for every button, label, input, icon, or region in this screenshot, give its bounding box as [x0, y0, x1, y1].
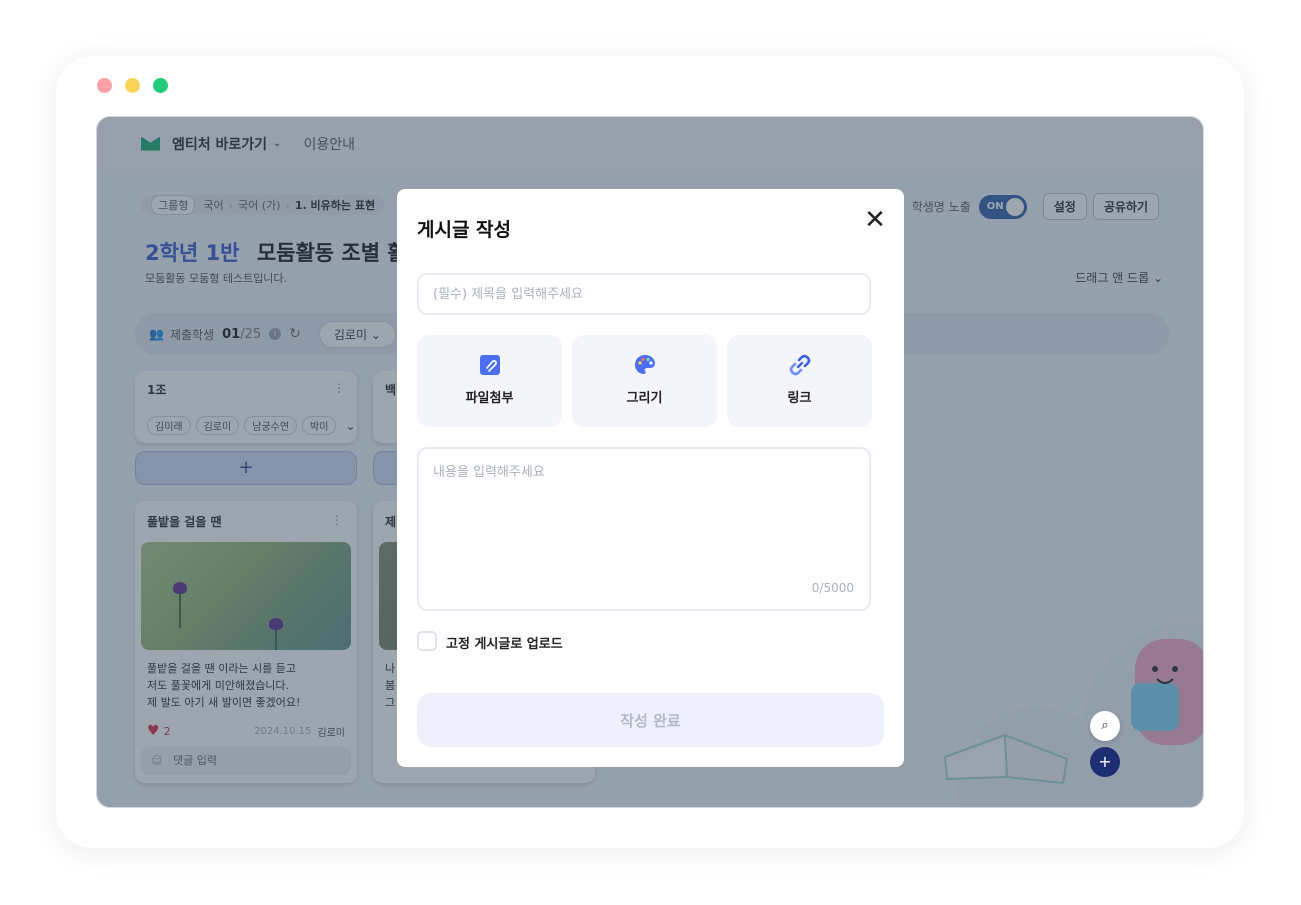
tile-label: 파일첨부: [465, 391, 514, 406]
pin-post-checkbox[interactable]: [417, 631, 437, 651]
paperclip-icon: [479, 355, 500, 375]
title-input[interactable]: [417, 273, 871, 315]
write-post-modal: 게시글 작성 ✕ 파일첨부 그리기: [397, 189, 904, 767]
window-maximize-dot[interactable]: [153, 78, 168, 93]
close-icon[interactable]: ✕: [862, 207, 888, 233]
attach-file-button[interactable]: 파일첨부: [417, 335, 562, 427]
content-textarea[interactable]: [417, 447, 871, 611]
attachment-tiles: 파일첨부 그리기 링크: [417, 335, 872, 427]
add-floating-button[interactable]: +: [1090, 747, 1120, 777]
zoom-search-button[interactable]: ⌕: [1090, 711, 1120, 741]
window-close-dot[interactable]: [97, 78, 112, 93]
window-minimize-dot[interactable]: [125, 78, 140, 93]
character-counter: 0/5000: [811, 581, 854, 595]
submit-button[interactable]: 작성 완료: [417, 693, 884, 747]
modal-title: 게시글 작성: [417, 219, 512, 241]
palette-icon: [634, 355, 655, 374]
drawing-button[interactable]: 그리기: [572, 335, 717, 427]
pin-post-label[interactable]: 고정 게시글로 업로드: [446, 633, 563, 652]
link-button[interactable]: 링크: [727, 335, 872, 427]
link-icon: [789, 354, 810, 376]
tile-label: 링크: [787, 391, 812, 406]
tile-label: 그리기: [626, 391, 663, 406]
